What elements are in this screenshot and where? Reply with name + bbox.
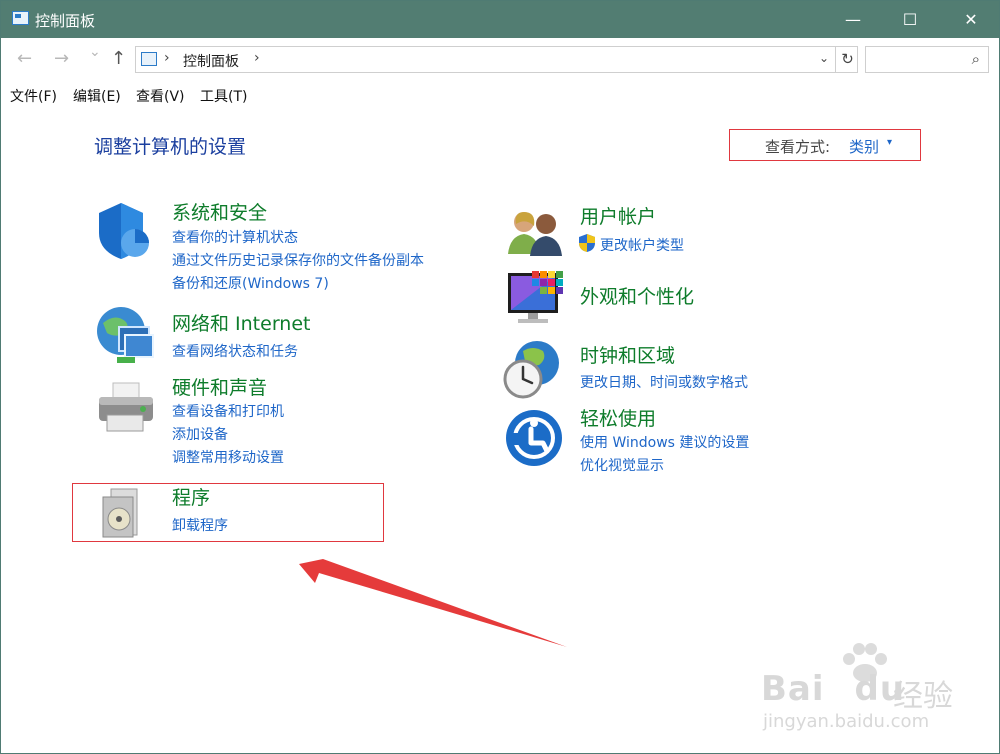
watermark-brand: Bai du <box>761 669 906 709</box>
watermark-url: jingyan.baidu.com <box>763 711 930 732</box>
control-panel-window: 控制面板 — ☐ ✕ ← → ⌄ ↑ › 控制面板 › ⌄ ↻ ⌕ 文件(F) … <box>0 0 1000 754</box>
watermark-cn: 经验 <box>893 679 953 714</box>
baidu-watermark: Bai du 经验 jingyan.baidu.com <box>761 641 991 741</box>
